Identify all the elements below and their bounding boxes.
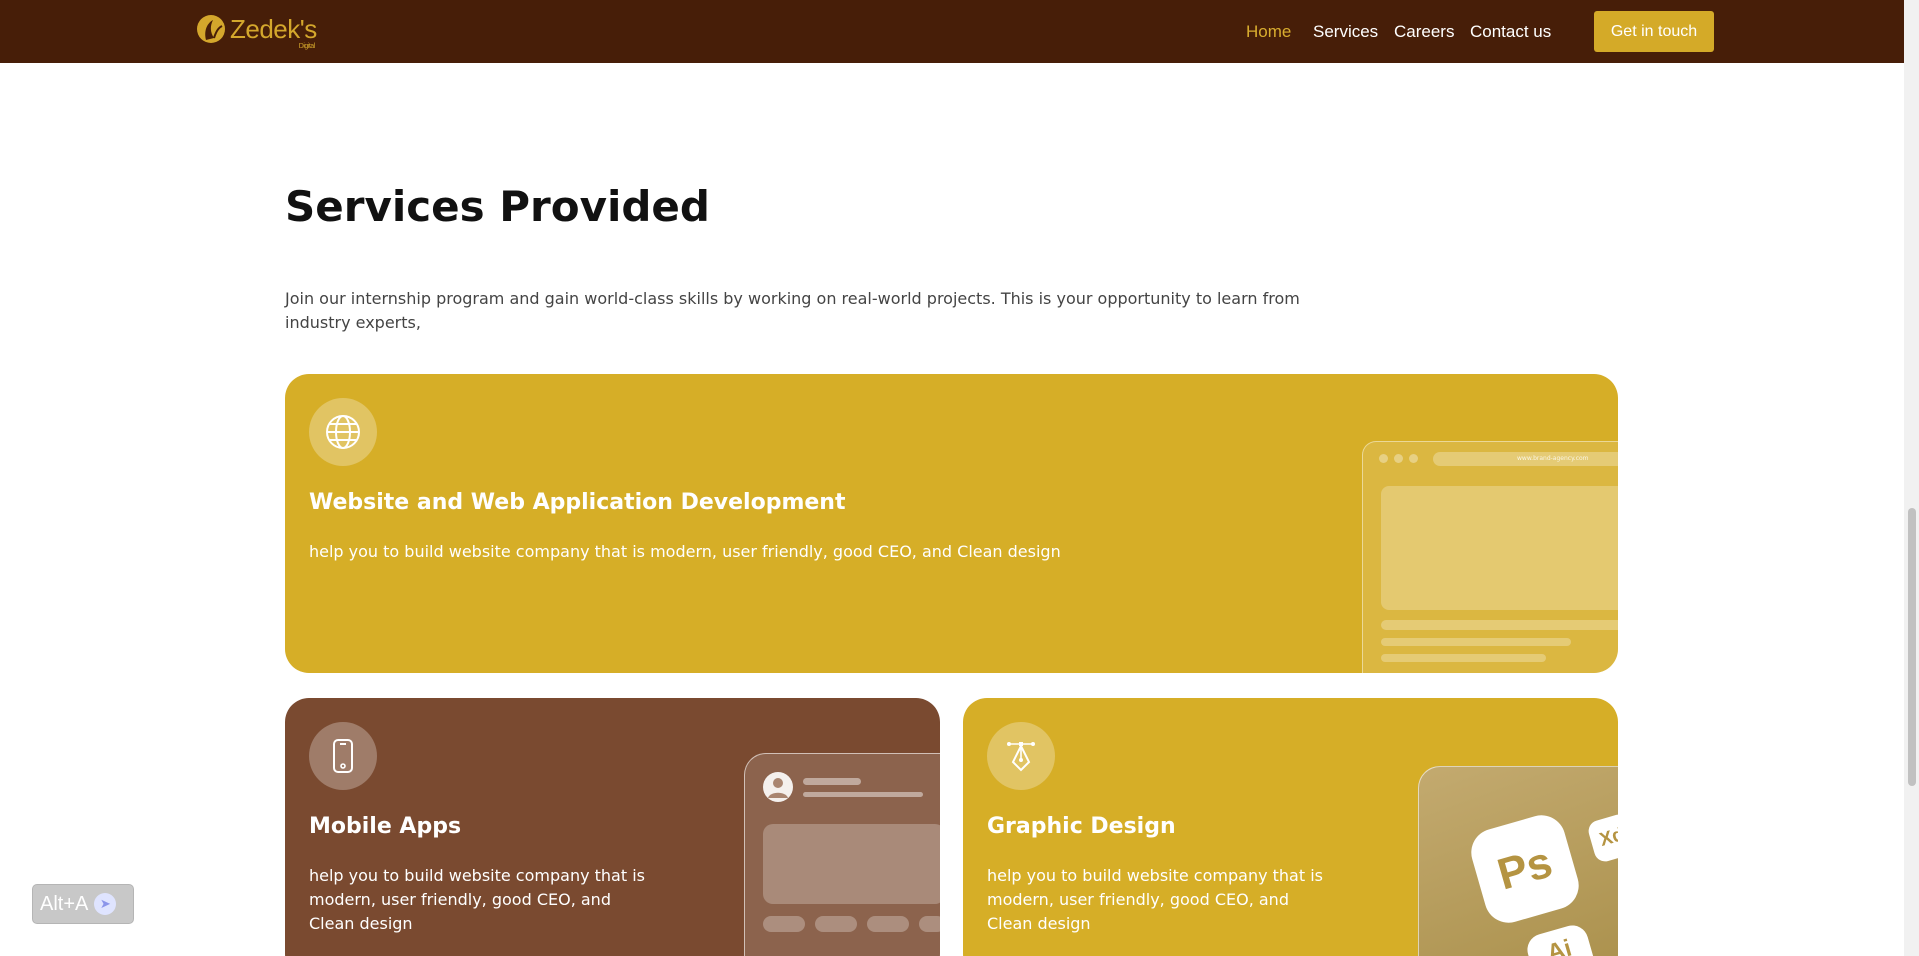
service-card-web-development[interactable]: Website and Web Application Development … [285, 374, 1618, 673]
card-description: help you to build website company that i… [309, 542, 1061, 561]
page-scrollbar[interactable] [1904, 0, 1919, 956]
phone-pill [763, 916, 805, 932]
alt-a-shortcut-button[interactable]: Alt+A ➤ [32, 884, 134, 924]
top-navbar: Zedek's Digital Home Services Careers Co… [0, 0, 1904, 63]
arrow-right-icon: ➤ [94, 893, 117, 915]
logo[interactable]: Zedek's Digital [196, 14, 317, 50]
phone-illustration [744, 753, 940, 956]
phone-text-line [803, 778, 861, 785]
card-description: help you to build website company that i… [309, 866, 645, 933]
card-title: Graphic Design [987, 814, 1176, 839]
logo-text: Zedek's Digital [230, 14, 317, 50]
card-description: help you to build website company that i… [987, 866, 1323, 933]
pen-tool-icon [1007, 742, 1035, 772]
browser-url-bar: www.brand-agency.com [1433, 452, 1618, 466]
phone-icon-badge [309, 722, 377, 790]
browser-content-panel [1381, 486, 1618, 610]
browser-text-line [1381, 620, 1618, 630]
browser-text-line [1381, 638, 1571, 646]
phone-pill [815, 916, 857, 932]
section-description: Join our internship program and gain wor… [285, 289, 1300, 332]
avatar [763, 772, 793, 802]
photoshop-tile: Ps [1465, 809, 1585, 929]
user-icon [768, 778, 788, 798]
phone-text-line [803, 792, 923, 797]
phone-pill [919, 916, 940, 932]
browser-text-line [1381, 654, 1546, 662]
service-card-mobile-apps[interactable]: Mobile Apps help you to build website co… [285, 698, 940, 956]
browser-illustration: www.brand-agency.com [1362, 441, 1618, 673]
pen-tool-icon-badge [987, 722, 1055, 790]
browser-dot [1394, 454, 1403, 463]
nav-link-services[interactable]: Services [1313, 22, 1378, 42]
browser-dot [1379, 454, 1388, 463]
logo-subtext: Digital [298, 43, 315, 50]
card-title: Mobile Apps [309, 814, 462, 839]
illustrator-tile: Ai [1523, 921, 1601, 956]
browser-dot [1409, 454, 1418, 463]
nav-link-contact[interactable]: Contact us [1470, 22, 1551, 42]
design-apps-illustration: Ps Xd Ai [1418, 766, 1618, 956]
nav-link-careers[interactable]: Careers [1394, 22, 1454, 42]
service-card-graphic-design[interactable]: Graphic Design help you to build website… [963, 698, 1618, 956]
globe-icon-badge [309, 398, 377, 466]
nav-link-home[interactable]: Home [1246, 22, 1291, 42]
phone-icon [333, 739, 353, 773]
scrollbar-thumb[interactable] [1908, 508, 1916, 786]
card-title: Website and Web Application Development [309, 490, 846, 515]
globe-icon [326, 415, 360, 449]
phone-content-panel [763, 824, 940, 904]
phone-pill [867, 916, 909, 932]
xd-tile: Xd [1586, 812, 1618, 864]
shortcut-label: Alt+A [40, 892, 89, 915]
get-in-touch-button[interactable]: Get in touch [1594, 11, 1714, 52]
section-title: Services Provided [285, 182, 710, 231]
logo-mark-icon [197, 15, 225, 43]
